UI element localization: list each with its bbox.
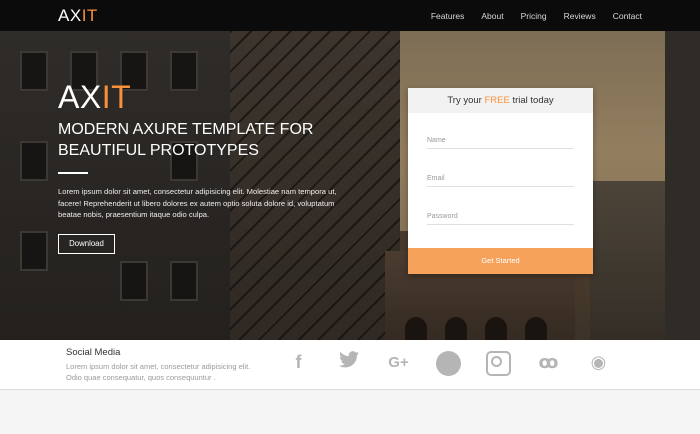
facebook-icon[interactable]: f xyxy=(286,350,311,375)
google-plus-icon[interactable]: G+ xyxy=(386,350,411,375)
nav-links: Features About Pricing Reviews Contact xyxy=(414,0,642,31)
social-title: Social Media xyxy=(66,347,121,358)
trial-signup-card: Try your FREE trial today Name Email Pas… xyxy=(408,88,593,274)
hero-section: AXIT MODERN AXURE TEMPLATE FOR BEAUTIFUL… xyxy=(0,31,700,340)
trial-card-header: Try your FREE trial today xyxy=(408,88,593,113)
get-started-button[interactable]: Get Started xyxy=(408,248,593,274)
nav-link-about[interactable]: About xyxy=(481,11,503,21)
hero-logo-b: IT xyxy=(101,79,132,115)
hero-logo-a: AX xyxy=(58,79,102,115)
logo-text-b: IT xyxy=(81,6,98,25)
trial-head-b: trial today xyxy=(509,95,554,106)
hero-title: MODERN AXURE TEMPLATE FOR BEAUTIFUL PROT… xyxy=(58,121,314,159)
rss-icon[interactable]: ◉ xyxy=(586,350,611,375)
hero-description: Lorem ipsum dolor sit amet, consectetur … xyxy=(58,187,337,219)
social-icons: f G+ P ꚙ ◉ xyxy=(286,350,636,376)
twitter-icon[interactable] xyxy=(336,350,361,375)
nav-link-features[interactable]: Features xyxy=(431,11,465,21)
social-media-section: Social Media Lorem ipsum dolor sit amet,… xyxy=(0,340,700,390)
stumbleupon-icon[interactable]: ꚙ xyxy=(536,350,561,375)
pinterest-icon[interactable]: P xyxy=(436,350,461,376)
trial-head-free: FREE xyxy=(484,95,510,106)
logo-text-a: AX xyxy=(58,6,82,25)
pinterest-glyph: P xyxy=(436,350,461,376)
nav-logo[interactable]: AXIT xyxy=(58,6,98,26)
nav-link-pricing[interactable]: Pricing xyxy=(521,11,547,21)
hero-divider xyxy=(58,172,88,174)
social-description: Lorem ipsum dolor sit amet, consectetur … xyxy=(66,362,251,382)
nav-link-contact[interactable]: Contact xyxy=(613,11,642,21)
instagram-icon[interactable] xyxy=(486,350,511,376)
name-field[interactable]: Name xyxy=(427,137,574,149)
nav-link-reviews[interactable]: Reviews xyxy=(564,11,596,21)
email-field[interactable]: Email xyxy=(427,175,574,187)
instagram-glyph xyxy=(486,350,511,376)
download-button[interactable]: Download xyxy=(58,234,115,254)
password-field[interactable]: Password xyxy=(427,213,574,225)
top-navbar: AXIT Features About Pricing Reviews Cont… xyxy=(0,0,700,31)
hero-logo: AXIT xyxy=(58,79,131,116)
trial-head-a: Try your xyxy=(447,95,485,106)
